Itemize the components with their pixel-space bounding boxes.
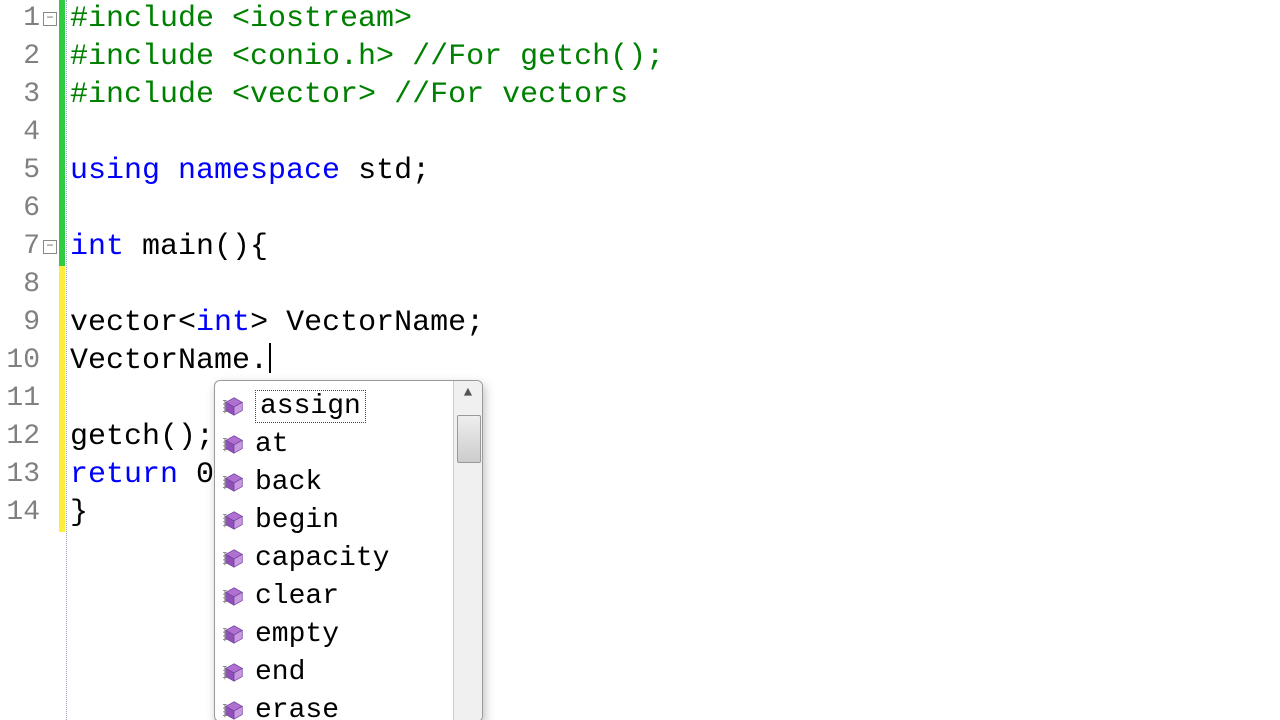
line-number: 10 [0, 342, 42, 380]
identifier-token: getch [70, 420, 160, 454]
code-line[interactable]: using namespace std; [66, 152, 1280, 190]
include-path-token: <iostream> [232, 2, 412, 36]
autocomplete-item[interactable]: erase [219, 691, 453, 720]
autocomplete-popup[interactable]: assign at back begin capacity clear empty end er… [214, 380, 483, 720]
text-caret [269, 343, 271, 373]
line-number: 3 [0, 76, 42, 114]
method-icon [223, 585, 245, 607]
code-area[interactable]: #include <iostream> #include <conio.h> /… [66, 0, 1280, 720]
code-line[interactable] [66, 114, 1280, 152]
code-line[interactable] [66, 266, 1280, 304]
line-number: 13 [0, 456, 42, 494]
autocomplete-item[interactable]: end [219, 653, 453, 691]
autocomplete-item-label: empty [255, 619, 339, 650]
line-number: 9 [0, 304, 42, 342]
line-number: 2 [0, 38, 42, 76]
scroll-up-button[interactable]: ▲ [454, 381, 482, 405]
code-editor[interactable]: 1234567891011121314 −− #include <iostrea… [0, 0, 1280, 720]
method-icon [223, 547, 245, 569]
autocomplete-item[interactable]: empty [219, 615, 453, 653]
preprocessor-token: #include [70, 2, 232, 36]
autocomplete-item[interactable]: assign [219, 387, 453, 425]
include-path-token: <conio.h> [232, 40, 412, 74]
code-line[interactable]: VectorName. [66, 342, 1280, 380]
code-line[interactable]: #include <iostream> [66, 0, 1280, 38]
autocomplete-item[interactable]: begin [219, 501, 453, 539]
line-number: 11 [0, 380, 42, 418]
method-icon [223, 471, 245, 493]
method-icon [223, 661, 245, 683]
change-strip-green [59, 0, 65, 266]
fold-toggle[interactable]: − [43, 12, 57, 26]
identifier-token: VectorName [70, 344, 250, 378]
line-number: 14 [0, 494, 42, 532]
indent-guide [66, 0, 67, 720]
change-strip-column [58, 0, 66, 720]
autocomplete-scrollbar[interactable]: ▲ [453, 381, 482, 720]
identifier-token: vector [70, 306, 178, 340]
method-icon [223, 433, 245, 455]
autocomplete-item-label: assign [255, 390, 366, 423]
line-number: 8 [0, 266, 42, 304]
line-number: 5 [0, 152, 42, 190]
identifier-token: std [358, 154, 412, 188]
fold-column: −− [42, 0, 58, 720]
identifier-token: main [142, 230, 214, 264]
autocomplete-item[interactable]: capacity [219, 539, 453, 577]
method-icon [223, 623, 245, 645]
type-token: int [196, 306, 250, 340]
line-number: 7 [0, 228, 42, 266]
line-number-gutter: 1234567891011121314 [0, 0, 42, 720]
autocomplete-item-label: end [255, 657, 305, 688]
change-strip-yellow [59, 266, 65, 532]
line-number: 1 [0, 0, 42, 38]
autocomplete-item-label: back [255, 467, 322, 498]
fold-toggle[interactable]: − [43, 240, 57, 254]
comment-token: //For getch(); [412, 40, 664, 74]
type-token: int [70, 230, 142, 264]
autocomplete-item[interactable]: clear [219, 577, 453, 615]
code-line[interactable]: int main(){ [66, 228, 1280, 266]
preprocessor-token: #include [70, 40, 232, 74]
include-path-token: <vector> [232, 78, 394, 112]
code-line[interactable]: #include <vector> //For vectors [66, 76, 1280, 114]
line-number: 12 [0, 418, 42, 456]
autocomplete-item-label: at [255, 429, 289, 460]
autocomplete-item-label: erase [255, 695, 339, 720]
autocomplete-item-label: clear [255, 581, 339, 612]
number-token: 0 [196, 458, 214, 492]
comment-token: //For vectors [394, 78, 628, 112]
autocomplete-item-label: capacity [255, 543, 389, 574]
scroll-thumb[interactable] [457, 415, 481, 463]
method-icon [223, 699, 245, 720]
autocomplete-item-label: begin [255, 505, 339, 536]
autocomplete-list[interactable]: assign at back begin capacity clear empty end er… [215, 381, 453, 720]
keyword-token: return [70, 458, 196, 492]
method-icon [223, 509, 245, 531]
autocomplete-item[interactable]: back [219, 463, 453, 501]
preprocessor-token: #include [70, 78, 232, 112]
keyword-token: using [70, 154, 178, 188]
identifier-token: VectorName [286, 306, 466, 340]
line-number: 4 [0, 114, 42, 152]
code-line[interactable] [66, 190, 1280, 228]
line-number: 6 [0, 190, 42, 228]
autocomplete-item[interactable]: at [219, 425, 453, 463]
code-line[interactable]: #include <conio.h> //For getch(); [66, 38, 1280, 76]
method-icon [223, 395, 245, 417]
code-line[interactable]: vector<int> VectorName; [66, 304, 1280, 342]
keyword-token: namespace [178, 154, 358, 188]
